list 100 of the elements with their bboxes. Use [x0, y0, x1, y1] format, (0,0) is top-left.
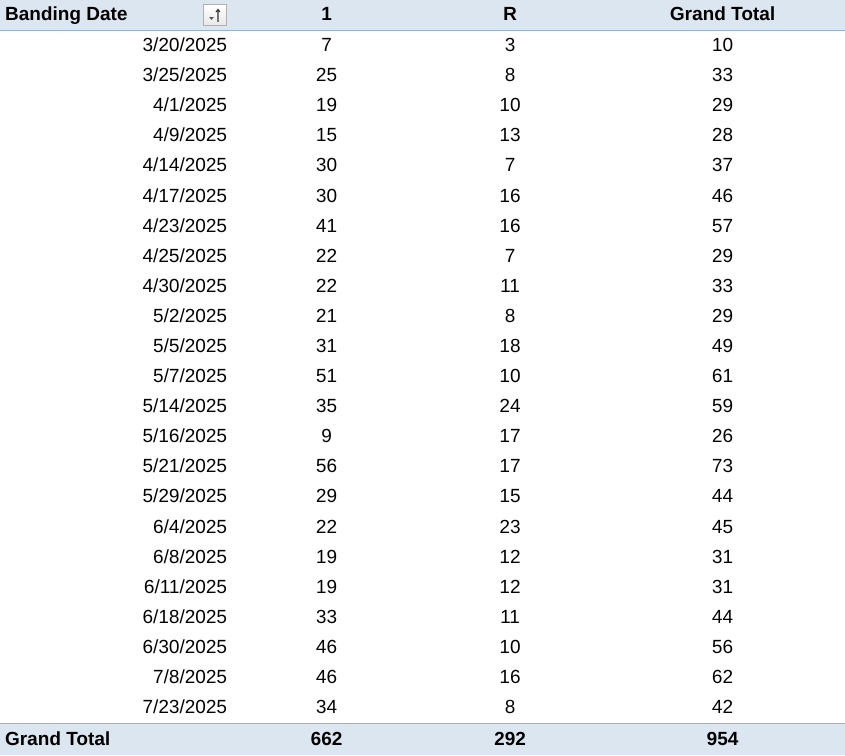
table-cell: 29: [316, 486, 338, 508]
row-label: 3/25/2025: [142, 65, 227, 88]
table-cell: 30: [316, 186, 338, 208]
table-cell: 33: [712, 65, 734, 88]
table-cell: 25: [316, 65, 338, 88]
row-label: 6/4/2025: [153, 516, 227, 539]
table-cell: 16: [499, 667, 521, 690]
table-cell: 33: [712, 276, 734, 298]
table-cell: 51: [316, 366, 338, 388]
column-header: Banding Date: [5, 4, 128, 26]
row-label: 4/23/2025: [142, 216, 227, 238]
table-cell: 10: [499, 95, 521, 118]
table-cell: 10: [499, 366, 521, 388]
row-label: 4/30/2025: [142, 276, 227, 298]
table-cell: 42: [712, 697, 734, 720]
row-label: 5/7/2025: [153, 366, 227, 388]
row-label: 5/16/2025: [142, 426, 227, 448]
table-cell: 56: [712, 636, 734, 659]
table-cell: 17: [499, 456, 521, 478]
table-cell: 7: [321, 35, 332, 58]
table-cell: 8: [504, 306, 516, 328]
table-cell: 31: [316, 336, 338, 358]
table-cell: 16: [499, 216, 521, 238]
grand-total-label: Grand Total: [5, 728, 110, 751]
sort-filter-button[interactable]: [203, 4, 227, 26]
table-cell: 49: [712, 336, 734, 358]
table-cell: 35: [316, 396, 338, 418]
table-cell: 26: [712, 426, 734, 448]
table-cell: 45: [712, 516, 734, 539]
table-cell: 15: [499, 486, 521, 508]
table-cell: 7: [504, 155, 516, 178]
table-cell: 37: [712, 155, 734, 178]
table-cell: 24: [499, 396, 521, 418]
table-cell: 29: [712, 306, 734, 328]
row-label: 3/20/2025: [142, 35, 227, 58]
table-cell: 34: [316, 697, 338, 720]
table-cell: 41: [316, 216, 338, 238]
row-label: 4/9/2025: [153, 125, 227, 148]
table-cell: 44: [712, 606, 734, 629]
table-cell: 9: [321, 426, 332, 448]
table-cell: 56: [316, 456, 338, 478]
table-cell: 11: [500, 276, 520, 298]
table-cell: 19: [316, 546, 338, 569]
table-cell: 23: [499, 516, 521, 539]
table-cell: 46: [316, 667, 338, 690]
column-header: R: [503, 4, 517, 26]
table-cell: 19: [316, 95, 338, 118]
row-label: 7/8/2025: [153, 667, 227, 690]
table-cell: 12: [499, 546, 521, 569]
table-cell: 8: [504, 697, 516, 720]
row-label: 4/17/2025: [142, 186, 227, 208]
table-cell: 15: [316, 125, 338, 148]
table-cell: 10: [712, 35, 734, 58]
table-cell: 46: [316, 636, 338, 659]
table-cell: 17: [499, 426, 521, 448]
table-cell: 13: [499, 125, 521, 148]
column-header: 1: [321, 4, 332, 26]
row-label: 6/8/2025: [153, 546, 227, 569]
row-label: 4/25/2025: [142, 246, 227, 268]
row-label: 6/11/2025: [144, 576, 227, 599]
table-cell: 61: [712, 366, 734, 388]
table-cell: 29: [712, 246, 734, 268]
table-cell: 3: [504, 35, 516, 58]
grand-total-value: 662: [310, 728, 342, 751]
table-cell: 18: [499, 336, 521, 358]
row-label: 6/18/2025: [142, 606, 227, 629]
table-cell: 46: [712, 186, 734, 208]
row-label: 5/14/2025: [142, 396, 227, 418]
row-label: 5/29/2025: [142, 486, 227, 508]
table-cell: 11: [500, 606, 520, 629]
table-cell: 62: [712, 667, 734, 690]
table-cell: 8: [504, 65, 516, 88]
table-cell: 12: [499, 576, 521, 599]
table-cell: 57: [712, 216, 734, 238]
table-cell: 7: [504, 246, 516, 268]
table-cell: 21: [316, 306, 338, 328]
row-label: 5/21/2025: [142, 456, 227, 478]
table-cell: 28: [712, 125, 734, 148]
sort-ascending-icon: [207, 7, 223, 23]
table-cell: 30: [316, 155, 338, 178]
table-cell: 44: [712, 486, 734, 508]
table-cell: 33: [316, 606, 338, 629]
column-header: Grand Total: [670, 4, 776, 26]
table-cell: 22: [316, 246, 338, 268]
table-cell: 19: [316, 576, 338, 599]
table-cell: 22: [316, 276, 338, 298]
table-cell: 31: [712, 546, 734, 569]
row-label: 5/2/2025: [153, 306, 227, 328]
row-label: 7/23/2025: [142, 697, 227, 720]
table-cell: 31: [712, 576, 734, 599]
row-label: 5/5/2025: [153, 336, 227, 358]
grand-total-value: 954: [706, 728, 738, 751]
table-cell: 73: [712, 456, 734, 478]
table-cell: 22: [316, 516, 338, 539]
table-cell: 29: [712, 95, 734, 118]
row-label: 6/30/2025: [142, 636, 227, 659]
row-label: 4/14/2025: [142, 155, 227, 178]
row-label: 4/1/2025: [153, 95, 227, 118]
table-cell: 10: [499, 636, 521, 659]
table-cell: 16: [499, 186, 521, 208]
